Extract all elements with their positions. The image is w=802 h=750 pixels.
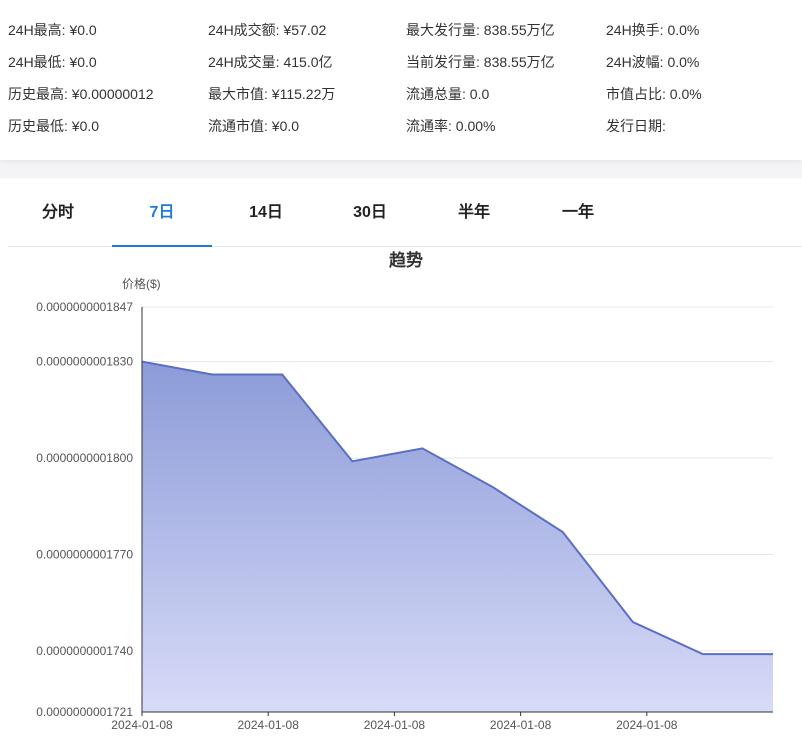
stat-circulating-market-cap: 流通市值: ¥0.0 <box>208 118 300 134</box>
chart-title: 趋势 <box>389 250 423 270</box>
stat-24h-low: 24H最低: ¥0.0 <box>8 54 97 70</box>
y-tick-label: 0.0000000001830 <box>36 355 133 369</box>
stat-all-time-low: 历史最低: ¥0.0 <box>8 118 100 134</box>
tab-one-year[interactable]: 一年 <box>528 178 628 246</box>
stat-all-time-high: 历史最高: ¥0.00000012 <box>8 86 154 102</box>
y-tick-label: 0.0000000001847 <box>36 300 133 314</box>
stat-max-supply: 最大发行量: 838.55万亿 <box>406 22 555 38</box>
stat-circulation-rate: 流通率: 0.00% <box>406 118 496 134</box>
stat-issue-date: 发行日期: <box>606 118 666 134</box>
tab-intraday[interactable]: 分时 <box>8 178 108 246</box>
y-axis-label: 价格($) <box>122 276 161 291</box>
stat-circulating-total: 流通总量: 0.0 <box>406 86 490 102</box>
trend-chart: 趋势价格($) 0.0000000001847 0.0000000001830 0.0… <box>36 250 774 732</box>
stat-market-cap-share: 市值占比: 0.0% <box>606 86 702 102</box>
stats-panel: 24H最高: ¥0.0 24H成交额: ¥57.02 最大发行量: 838.55… <box>0 0 802 160</box>
stat-24h-turnover-rate: 24H换手: 0.0% <box>606 22 700 38</box>
stat-24h-volume: 24H成交量: 415.0亿 <box>208 54 333 70</box>
x-tick-label: 2024-01-08 <box>364 718 426 732</box>
tab-half-year[interactable]: 半年 <box>424 178 524 246</box>
y-tick-label: 0.0000000001770 <box>36 548 133 562</box>
x-tick-label: 2024-01-08 <box>616 718 678 732</box>
x-tick-label: 2024-01-08 <box>238 718 300 732</box>
area-fill <box>142 361 773 712</box>
x-tick-label: 2024-01-08 <box>111 718 173 732</box>
y-tick-label: 0.0000000001721 <box>36 705 133 719</box>
stat-max-market-cap: 最大市值: ¥115.22万 <box>208 86 336 102</box>
stat-24h-turnover-amount: 24H成交额: ¥57.02 <box>208 22 327 38</box>
y-tick-label: 0.0000000001800 <box>36 451 133 465</box>
tab-14-days[interactable]: 14日 <box>216 178 316 246</box>
stat-24h-high: 24H最高: ¥0.0 <box>8 22 97 38</box>
period-tabs: 分时 7日 14日 30日 半年 一年 <box>8 178 802 247</box>
tab-7-days[interactable]: 7日 <box>112 178 212 247</box>
x-tick-label: 2024-01-08 <box>490 718 552 732</box>
stat-current-supply: 当前发行量: 838.55万亿 <box>406 54 555 70</box>
chart-panel: 分时 7日 14日 30日 半年 一年 趋势价格($) 0.00000000018… <box>0 178 802 750</box>
stat-24h-amplitude: 24H波幅: 0.0% <box>606 54 700 70</box>
y-tick-label: 0.0000000001740 <box>36 644 133 658</box>
tab-30-days[interactable]: 30日 <box>320 178 420 246</box>
